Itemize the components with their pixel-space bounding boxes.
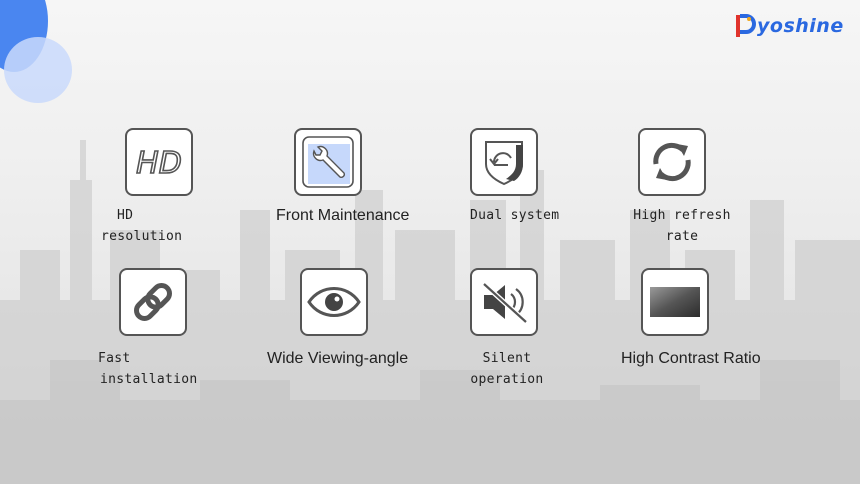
feature-label-high-refresh: High refresh rate	[633, 208, 731, 244]
wrench-icon	[302, 136, 354, 188]
feature-label-hd: HD resolution	[101, 208, 183, 244]
feature-card-high-refresh	[638, 128, 706, 196]
refresh-icon	[653, 142, 691, 182]
link-icon	[134, 283, 172, 321]
feature-label-fast-installation: Fast installation	[98, 351, 198, 387]
feature-card-dual-system	[470, 128, 538, 196]
feature-label-silent-operation: Silent operation	[470, 351, 544, 387]
contrast-icon	[650, 287, 700, 317]
feature-card-wide-viewing	[300, 268, 368, 336]
shield-icon	[485, 141, 523, 186]
feature-label-high-contrast: High Contrast Ratio	[621, 350, 761, 367]
logo-mark-icon	[736, 14, 756, 37]
feature-card-hd: HD	[125, 128, 193, 196]
feature-card-high-contrast	[641, 268, 709, 336]
feature-label-front-maintenance: Front Maintenance	[276, 207, 410, 224]
brand-logo: yoshine	[734, 12, 844, 40]
feature-card-fast-installation	[119, 268, 187, 336]
feature-label-wide-viewing: Wide Viewing-angle	[267, 350, 409, 367]
eye-icon	[307, 287, 361, 317]
feature-card-silent-operation	[470, 268, 538, 336]
decor-circle-light	[4, 37, 72, 103]
hd-icon: HD	[135, 145, 182, 182]
feature-label-dual-system: Dual system	[470, 208, 560, 223]
brand-name: yoshine	[757, 15, 844, 37]
feature-card-front-maintenance	[294, 128, 362, 196]
svg-text:HD: HD	[136, 146, 182, 181]
mute-icon	[482, 282, 528, 324]
